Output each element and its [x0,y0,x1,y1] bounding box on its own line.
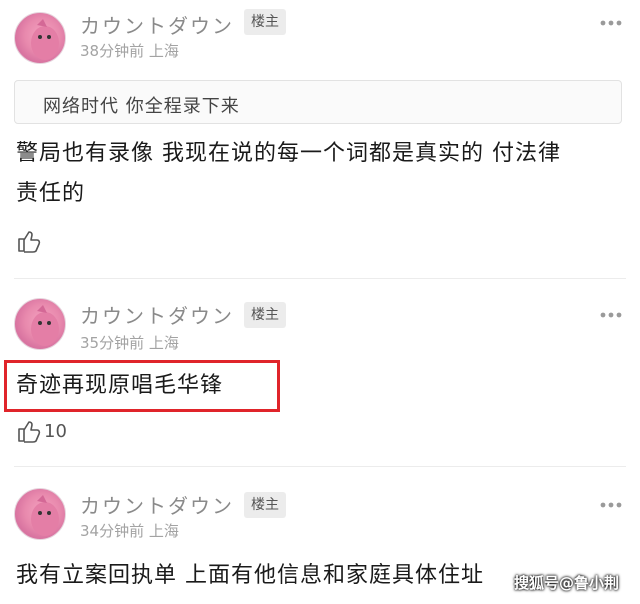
username[interactable]: カウントダウン [80,10,234,39]
avatar[interactable] [14,298,66,350]
comment-meta: 35分钟前 上海 [80,332,179,353]
location: 上海 [148,42,179,60]
more-horizontal-icon[interactable] [598,492,624,518]
more-horizontal-icon[interactable] [598,10,624,36]
avatar[interactable] [14,12,66,64]
pink-character-icon [31,19,59,60]
timestamp: 38分钟前 [80,42,145,60]
like-button[interactable] [16,228,44,254]
like-button[interactable]: 10 [16,418,67,444]
like-count: 10 [44,420,67,442]
host-badge: 楼主 [244,9,286,35]
pink-character-icon [31,495,59,536]
highlight-annotation [4,360,280,412]
comment-body-line: 警局也有录像 我现在说的每一个词都是真实的 付法律 [16,141,561,166]
timestamp: 34分钟前 [80,522,145,540]
username[interactable]: カウントダウン [80,300,234,329]
host-badge: 楼主 [244,492,286,518]
host-badge: 楼主 [244,302,286,328]
divider [14,278,626,279]
thumbs-up-icon [18,231,41,253]
timestamp: 35分钟前 [80,334,145,352]
thumbs-up-icon [18,421,41,443]
quote-text: 网络时代 你全程录下来 [43,96,240,117]
avatar[interactable] [14,488,66,540]
username[interactable]: カウントダウン [80,490,234,519]
more-horizontal-icon[interactable] [598,302,624,328]
comment-meta: 38分钟前 上海 [80,40,179,61]
location: 上海 [148,334,179,352]
pink-character-icon [31,305,59,346]
comment-body-line: 责任的 [16,181,86,206]
watermark: 搜狐号@鲁小荆 [514,574,620,592]
comment-meta: 34分钟前 上海 [80,520,179,541]
comment-body: 我有立案回执单 上面有他信息和家庭具体住址 [16,563,484,588]
divider [14,466,626,467]
location: 上海 [148,522,179,540]
comment-body: 警局也有录像 我现在说的每一个词都是真实的 付法律 责任的 [16,134,561,214]
quoted-reply[interactable]: 网络时代 你全程录下来 [14,80,622,124]
